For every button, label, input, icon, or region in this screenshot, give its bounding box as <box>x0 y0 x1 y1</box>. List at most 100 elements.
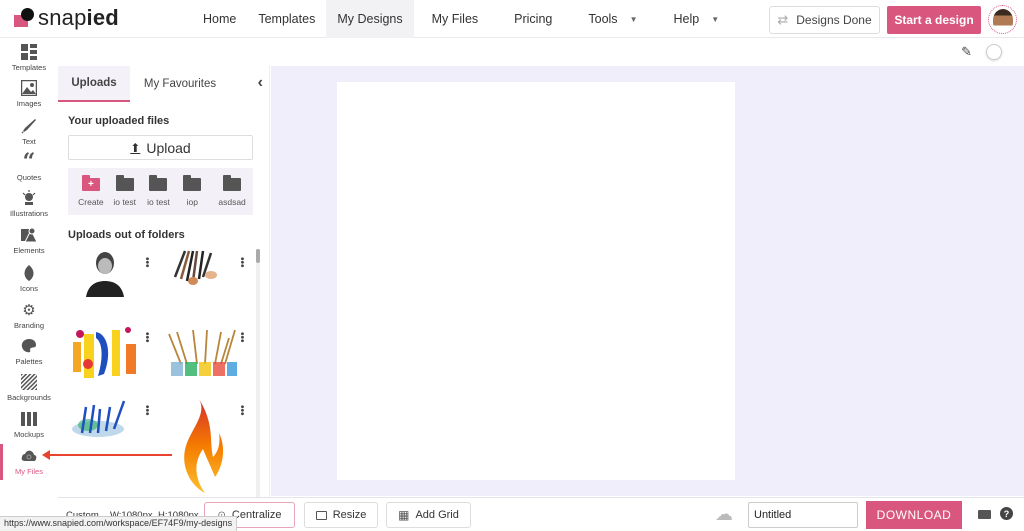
nav-help[interactable]: Help ▼ <box>655 0 737 38</box>
folder-label: iop <box>186 197 198 207</box>
sidebar-active-indicator <box>0 444 3 480</box>
sidebar-label: Palettes <box>15 357 43 366</box>
add-grid-label: Add Grid <box>415 509 459 521</box>
tab-my-favourites[interactable]: My Favourites <box>130 66 230 102</box>
images-icon <box>21 80 37 96</box>
annotation-arrow <box>42 450 172 460</box>
panel-scrollbar[interactable] <box>256 249 260 498</box>
download-button[interactable]: DOWNLOAD <box>866 501 962 529</box>
draw-pen-icon[interactable]: ✎ <box>961 44 972 60</box>
more-options-icon[interactable]: ••• <box>141 405 152 416</box>
elements-icon <box>21 227 37 243</box>
logo-text: snapied <box>38 5 119 30</box>
sidebar-item-branding[interactable]: ⚙ Branding <box>0 302 58 338</box>
sidebar-label: Templates <box>11 63 47 72</box>
upload-label: Upload <box>146 139 191 156</box>
sidebar-item-quotes[interactable]: “ Quotes <box>0 149 58 190</box>
tab-uploads[interactable]: Uploads <box>58 66 130 102</box>
tools-sidebar: Templates Images Text “ Quotes Illustrat… <box>0 38 58 498</box>
sidebar-label: Quotes <box>16 173 42 182</box>
sidebar-item-backgrounds[interactable]: Backgrounds <box>0 374 58 410</box>
sidebar-item-icons[interactable]: Icons <box>0 265 58 301</box>
more-options-icon[interactable]: ••• <box>141 332 152 343</box>
mockups-icon <box>21 411 37 427</box>
upload-button[interactable]: ⬆ Upload <box>68 135 253 160</box>
thumbnail-paint-strokes[interactable]: ••• <box>68 324 152 394</box>
folder-label: Create <box>78 197 104 207</box>
thumbnail-flame-graphic[interactable]: ••• <box>163 397 247 497</box>
sidebar-label: Text <box>22 137 36 146</box>
editor-subbar: ✎ <box>0 38 1024 66</box>
upload-arrow-icon: ⬆ <box>130 140 141 155</box>
quotes-icon: “ <box>22 149 36 175</box>
panel-tabs: Uploads My Favourites <box>58 66 270 102</box>
uploads-grid: ••• ••• ••• ••• ••• ••• <box>68 249 253 499</box>
snapied-logo[interactable]: snapied <box>14 5 119 31</box>
folder-icon <box>183 175 202 191</box>
top-navbar: snapied Home Templates My Designs My Fil… <box>0 0 1024 38</box>
nav-pricing[interactable]: Pricing <box>496 0 570 38</box>
collapse-panel-chevron-icon[interactable]: ‹ <box>258 74 263 92</box>
sidebar-item-mockups[interactable]: Mockups <box>0 411 58 447</box>
pen-nib-icon <box>21 118 37 134</box>
start-design-button[interactable]: Start a design <box>887 6 981 34</box>
folder-item[interactable]: io test <box>142 175 176 215</box>
more-options-icon[interactable]: ••• <box>236 332 247 343</box>
folder-item[interactable]: iop <box>175 175 209 215</box>
thumbnail-makeup-brushes[interactable]: ••• <box>163 249 247 319</box>
nav-templates[interactable]: Templates <box>247 0 326 38</box>
design-title-input[interactable] <box>748 502 858 528</box>
sidebar-label: Backgrounds <box>7 393 51 402</box>
folder-plus-icon: + <box>81 175 100 191</box>
centralize-label: Centralize <box>231 509 282 521</box>
resize-button[interactable]: Resize <box>304 502 378 528</box>
thumbnail-pencils-splash[interactable]: ••• <box>68 397 152 467</box>
nav-my-designs[interactable]: My Designs <box>326 0 414 38</box>
avatar-photo <box>992 8 1013 31</box>
sidebar-label: Illustrations <box>10 209 48 218</box>
sidebar-label: Branding <box>13 321 45 330</box>
uploaded-files-heading: Your uploaded files <box>68 115 170 127</box>
nav-home[interactable]: Home <box>192 0 247 38</box>
logo-mark-icon <box>14 7 36 29</box>
keyboard-shortcuts-icon[interactable] <box>978 510 991 519</box>
design-canvas[interactable] <box>337 82 735 480</box>
cloud-saved-icon: ☁ <box>715 504 733 524</box>
cloud-files-icon <box>21 448 37 464</box>
sidebar-item-palettes[interactable]: Palettes <box>0 338 58 374</box>
grid-icon: ▦ <box>398 508 410 522</box>
sidebar-label: My Files <box>15 467 43 476</box>
more-options-icon[interactable]: ••• <box>236 405 247 416</box>
sidebar-item-images[interactable]: Images <box>0 80 58 116</box>
help-icon[interactable]: ? <box>1000 507 1013 520</box>
portrait-image <box>86 252 124 297</box>
nav-tools[interactable]: Tools ▼ <box>570 0 655 38</box>
pencils-image <box>72 400 126 437</box>
sidebar-item-elements[interactable]: Elements <box>0 227 58 263</box>
folder-icon <box>149 175 168 191</box>
user-avatar[interactable] <box>988 5 1017 34</box>
designs-done-button[interactable]: ⇄ Designs Done <box>769 6 880 34</box>
thumbnail-paint-cups-brushes[interactable]: ••• <box>163 324 247 394</box>
resize-label: Resize <box>332 509 367 521</box>
sidebar-label: Mockups <box>13 430 44 439</box>
thumbnail-portrait-photo[interactable]: ••• <box>68 249 152 319</box>
palette-icon <box>21 338 37 354</box>
folder-icon <box>115 175 134 191</box>
canvas-workspace <box>271 66 1024 496</box>
scrollbar-thumb[interactable] <box>256 249 260 263</box>
add-grid-button[interactable]: ▦ Add Grid <box>386 502 471 528</box>
folder-item[interactable]: io test <box>108 175 142 215</box>
backgrounds-icon <box>21 374 37 390</box>
folder-item[interactable]: asdsad <box>215 175 249 215</box>
toggle-switch[interactable] <box>986 44 1002 60</box>
more-options-icon[interactable]: ••• <box>236 257 247 268</box>
nav-my-files[interactable]: My Files <box>414 0 497 38</box>
more-options-icon[interactable]: ••• <box>141 257 152 268</box>
folder-label: asdsad <box>218 197 246 207</box>
sidebar-item-illustrations[interactable]: Illustrations <box>0 190 58 226</box>
sidebar-item-templates[interactable]: Templates <box>0 44 58 80</box>
sidebar-label: Elements <box>13 246 45 255</box>
create-folder-button[interactable]: + Create <box>74 175 108 215</box>
sidebar-label: Images <box>16 99 42 108</box>
